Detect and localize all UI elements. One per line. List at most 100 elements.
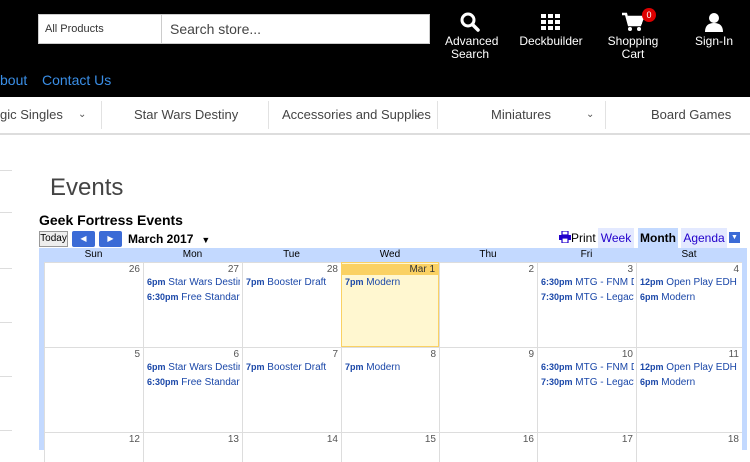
search-input[interactable]: [162, 15, 429, 43]
calendar-event[interactable]: 7pm Booster Draft: [246, 277, 339, 288]
calendar-event[interactable]: 7pm Booster Draft: [246, 362, 339, 373]
calendar-day-cell[interactable]: 6 6pm Star Wars Destin 6:30pm Free Standar…: [143, 347, 242, 432]
day-number: 12: [128, 434, 140, 445]
event-time: 6:30pm: [147, 377, 179, 387]
agenda-dropdown-button[interactable]: ▼: [729, 232, 740, 243]
event-time: 6:30pm: [541, 277, 573, 287]
calendar-day-cell[interactable]: 11 12pm Open Play EDH 6pm Modern: [636, 347, 742, 432]
day-number: 5: [134, 349, 140, 360]
calendar-event[interactable]: 12pm Open Play EDH: [640, 277, 740, 288]
day-number: Mar 1: [342, 264, 438, 275]
about-link[interactable]: bout: [0, 72, 27, 88]
calendar-event[interactable]: 6:30pm Free Standard: [147, 292, 240, 303]
event-title: Modern: [661, 377, 696, 388]
contact-us-link[interactable]: Contact Us: [42, 72, 111, 88]
event-title: MTG - Legacy: [575, 292, 634, 303]
event-title: Open Play EDH: [666, 362, 737, 373]
dayname-tue: Tue: [283, 249, 300, 260]
calendar-event[interactable]: 7:30pm MTG - Legacy: [541, 292, 634, 303]
calendar-event[interactable]: 6:30pm MTG - FNM Dr: [541, 362, 634, 373]
event-title: Modern: [366, 362, 401, 373]
calendar-event[interactable]: 6pm Star Wars Destin: [147, 277, 240, 288]
print-button[interactable]: Print: [559, 230, 596, 246]
print-label: Print: [571, 231, 596, 245]
calendar-day-cell[interactable]: 106:30pm MTG - FNM Dr7:30pm MTG - Legacy: [537, 347, 636, 432]
event-title: Free Standard: [181, 377, 240, 388]
day-number: 16: [522, 434, 534, 445]
calendar-day-cell[interactable]: 2: [439, 262, 537, 347]
event-time: 7pm: [246, 362, 265, 372]
grid-icon: [518, 10, 584, 32]
calendar-day-cell[interactable]: 18: [636, 432, 742, 462]
calendar-event[interactable]: 12pm Open Play EDH: [640, 362, 740, 373]
calendar-event[interactable]: 7:30pm MTG - Legacy: [541, 377, 634, 388]
printer-icon: [559, 230, 571, 247]
calendar-day-cell[interactable]: 26: [44, 262, 143, 347]
day-number: 11: [728, 349, 739, 360]
nav-miniatures[interactable]: Miniatures ⌄: [491, 97, 594, 133]
chevron-down-icon: ⌄: [586, 109, 595, 120]
day-names-row: Sun Mon Tue Wed Thu Fri Sat: [44, 248, 747, 262]
event-time: 7:30pm: [541, 377, 573, 387]
top-header: All Products Advanced Search Deckbuilder…: [0, 0, 750, 97]
arrow-left-icon: ◀: [80, 234, 87, 243]
event-title: Star Wars Destin: [168, 362, 240, 373]
calendar-event[interactable]: 6pm Modern: [640, 292, 740, 303]
nav-accessories-supplies[interactable]: Accessories and Supplies ⌄: [282, 97, 431, 133]
calendar-day-cell[interactable]: 15: [341, 432, 439, 462]
event-time: 6pm: [147, 277, 166, 287]
today-button[interactable]: Today: [39, 231, 68, 247]
calendar-day-cell[interactable]: 17: [537, 432, 636, 462]
chevron-down-icon: ⌄: [413, 109, 422, 120]
category-select[interactable]: All Products: [39, 15, 162, 43]
calendar-day-cell[interactable]: 13: [143, 432, 242, 462]
advanced-search-button[interactable]: Advanced Search: [445, 10, 498, 61]
calendar-event[interactable]: 6:30pm MTG - FNM Dr: [541, 277, 634, 288]
sign-in-button[interactable]: Sign-In: [692, 10, 736, 48]
deckbuilder-button[interactable]: Deckbuilder: [518, 10, 584, 48]
category-nav: gic Singles ⌄ Star Wars Destiny Accessori…: [0, 97, 750, 135]
calendar-day-cell[interactable]: 14: [242, 432, 341, 462]
day-number: 2: [528, 264, 534, 275]
calendar-event[interactable]: 6:30pm Free Standard: [147, 377, 240, 388]
event-title: Booster Draft: [267, 277, 327, 288]
nav-board-games[interactable]: Board Games: [651, 97, 731, 133]
event-title: Modern: [366, 277, 401, 288]
event-title: MTG - FNM Dr: [575, 277, 634, 288]
calendar-event[interactable]: 7pm Modern: [345, 277, 437, 288]
calendar-day-cell[interactable]: 4 12pm Open Play EDH 6pm Modern: [636, 262, 742, 347]
next-month-button[interactable]: ▶: [99, 231, 122, 247]
shopping-cart-button[interactable]: 0 Shopping Cart: [606, 8, 660, 61]
calendar-event[interactable]: 7pm Modern: [345, 362, 437, 373]
day-number: 9: [528, 349, 534, 360]
calendar-day-cell[interactable]: 9: [439, 347, 537, 432]
nav-star-wars-destiny[interactable]: Star Wars Destiny: [134, 97, 238, 133]
calendar-day-cell[interactable]: 12: [44, 432, 143, 462]
month-selector[interactable]: March 2017 ▼: [128, 231, 210, 247]
cart-icon: 0: [606, 8, 660, 32]
calendar-day-cell[interactable]: 5: [44, 347, 143, 432]
calendar-day-cell[interactable]: 36:30pm MTG - FNM Dr7:30pm MTG - Legacy: [537, 262, 636, 347]
dayname-sat: Sat: [681, 249, 697, 260]
calendar-day-cell[interactable]: 28 7pm Booster Draft: [242, 262, 341, 347]
event-time: 6pm: [640, 377, 659, 387]
event-title: Modern: [661, 292, 696, 303]
nav-magic-singles[interactable]: gic Singles ⌄: [0, 97, 86, 133]
calendar-day-cell[interactable]: 7 7pm Booster Draft: [242, 347, 341, 432]
calendar-day-cell[interactable]: Mar 1 7pm Modern: [341, 262, 439, 347]
calendar-event[interactable]: 6pm Star Wars Destin: [147, 362, 240, 373]
event-time: 7:30pm: [541, 292, 573, 302]
tab-month[interactable]: Month: [638, 228, 678, 248]
calendar-day-cell[interactable]: 8 7pm Modern: [341, 347, 439, 432]
event-time: 7pm: [345, 277, 364, 287]
day-number: 6: [233, 349, 239, 360]
prev-month-button[interactable]: ◀: [72, 231, 95, 247]
calendar-day-cell[interactable]: 16: [439, 432, 537, 462]
calendar-event[interactable]: 6pm Modern: [640, 377, 740, 388]
tab-agenda[interactable]: Agenda: [681, 228, 727, 248]
day-number: 18: [727, 434, 739, 445]
day-number: 13: [227, 434, 239, 445]
calendar-day-cell[interactable]: 27 6pm Star Wars Destin 6:30pm Free Standa…: [143, 262, 242, 347]
dayname-sun: Sun: [84, 249, 103, 260]
tab-week[interactable]: Week: [598, 228, 634, 248]
